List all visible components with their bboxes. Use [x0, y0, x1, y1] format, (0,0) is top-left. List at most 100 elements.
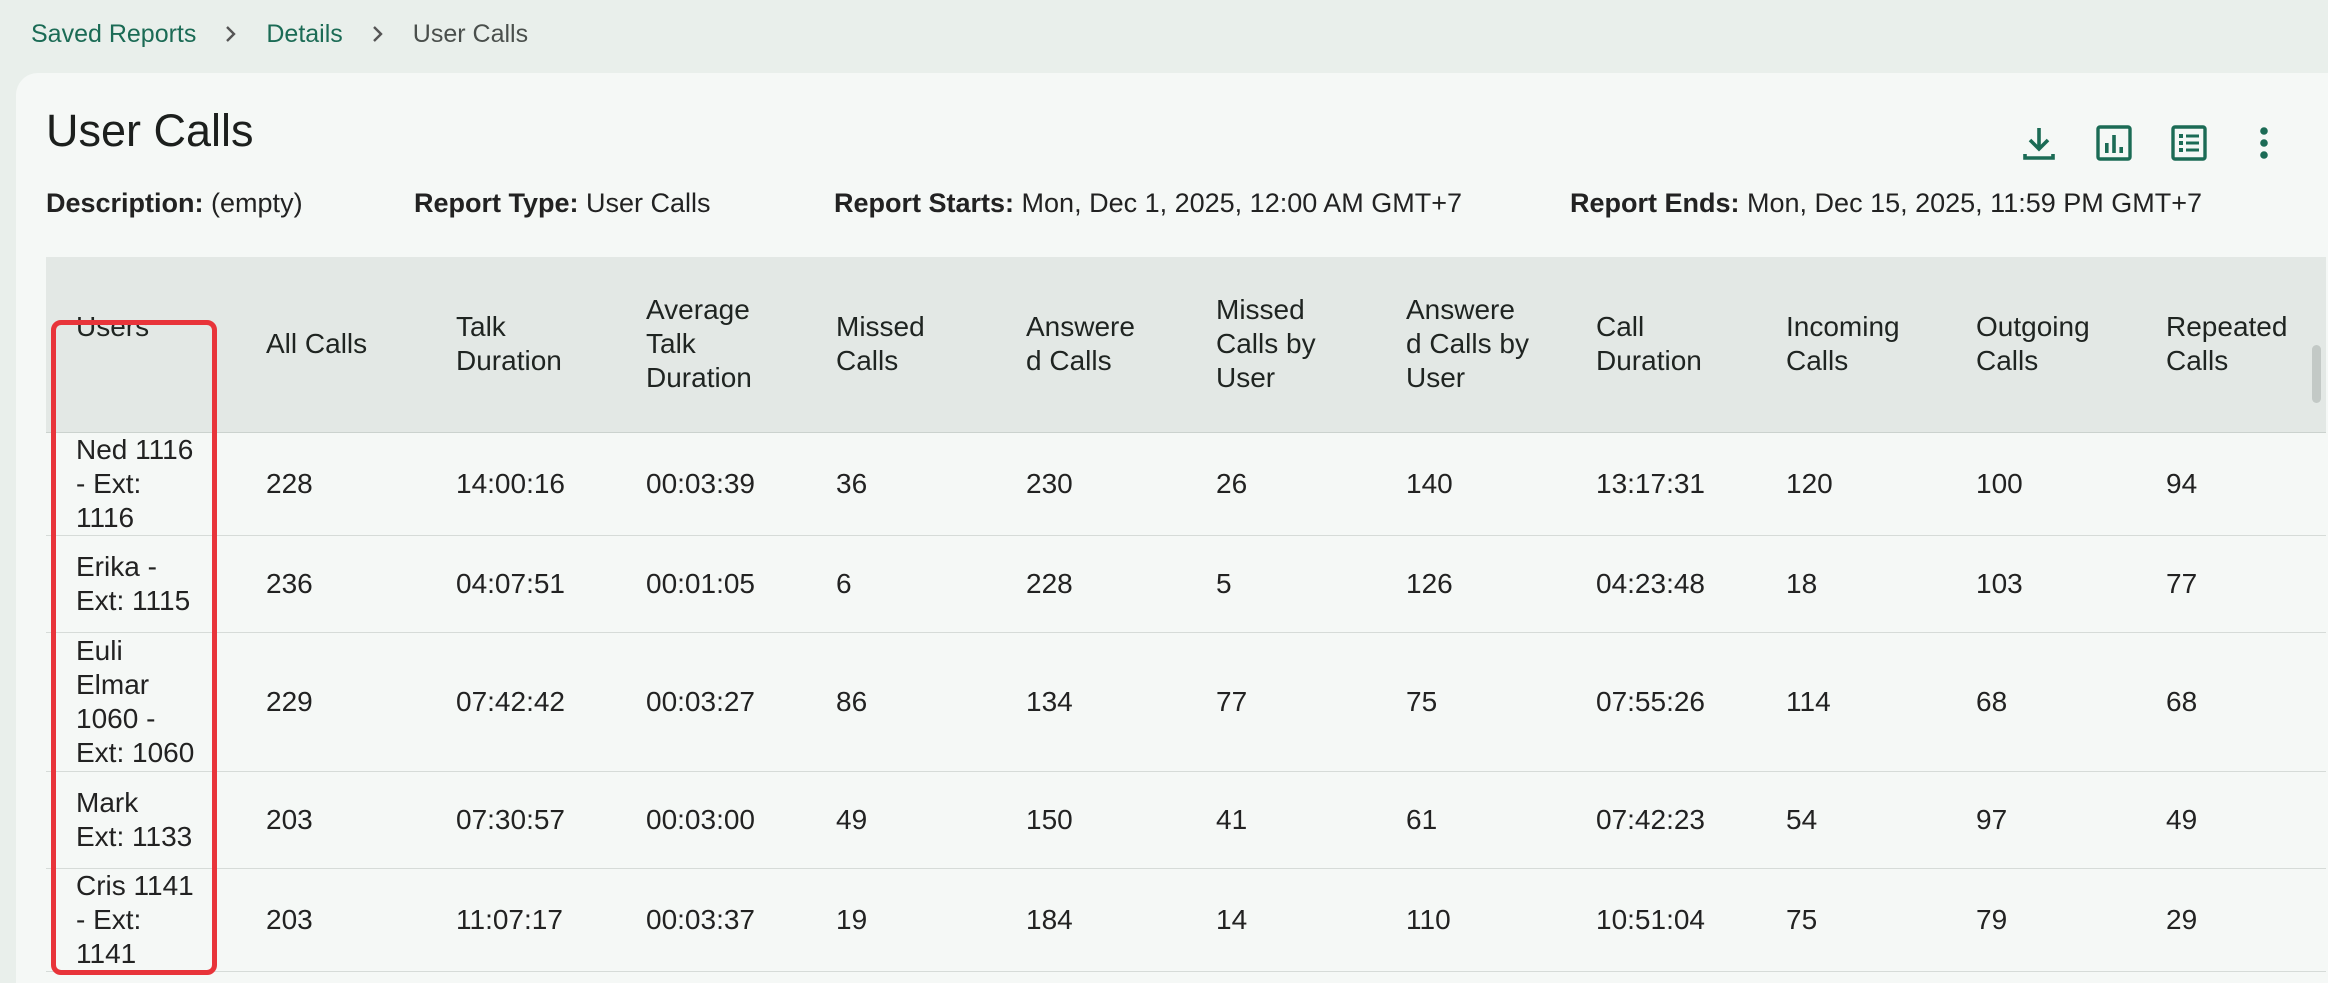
chevron-right-icon [224, 24, 238, 44]
chart-view-button[interactable] [2076, 119, 2151, 171]
table-row[interactable]: Cris 1141- Ext: 1141 203 11:07:17 00:03:37 19… [46, 868, 2326, 972]
user-name-line: 1141 [76, 937, 137, 969]
column-header-line: Calls [836, 345, 899, 377]
column-header-label: Average Talk Duration [616, 293, 806, 395]
column-header-line: Repeated [2166, 311, 2288, 343]
table-cell: 61 [1376, 771, 1566, 869]
cell-value: 14:00:16 [456, 467, 565, 499]
cell-value: 5 [1216, 567, 1232, 599]
cell-value: 61 [1406, 803, 1438, 835]
cell-value: 236 [266, 567, 313, 599]
column-header-line: Calls [2166, 345, 2229, 377]
column-header-line: Duration [646, 362, 752, 394]
column-header-line: d Calls by [1406, 328, 1529, 360]
table-cell: 41 [1186, 771, 1376, 869]
column-header-line: Calls [1976, 345, 2039, 377]
user-name-line: Elmar [76, 668, 150, 700]
cell-value: 00:01:05 [646, 567, 755, 599]
cell-value: 00:03:27 [646, 685, 755, 717]
cell-value: 07:42:23 [1596, 803, 1705, 835]
table-view-button[interactable] [2151, 119, 2226, 171]
table-cell: 97 [1946, 771, 2136, 869]
cell-value: 75 [1406, 685, 1438, 717]
column-header-label: Talk Duration [426, 310, 616, 378]
column-header[interactable]: Outgoing Calls [1946, 257, 2136, 433]
column-header-label: Repeated Calls [2136, 310, 2326, 378]
cell-value: 77 [1216, 685, 1248, 717]
cell-value: 134 [1026, 685, 1073, 717]
table-cell: 150 [996, 771, 1186, 869]
more-options-button[interactable] [2226, 119, 2301, 171]
meta-description-value: (empty) [211, 188, 303, 218]
table-cell: 10:51:04 [1566, 868, 1756, 972]
table-cell: 14 [1186, 868, 1376, 972]
cell-value: 29 [2166, 903, 2198, 935]
table-row[interactable]: Mark Ext: 1133 203 07:30:57 00:03:00 49 150 41 6… [46, 771, 2326, 869]
table-cell: 00:01:05 [616, 535, 806, 633]
cell-value: 86 [836, 685, 868, 717]
user-name-line: Cris 1141 [76, 869, 194, 901]
table-row[interactable]: Erika - Ext: 1115 236 04:07:51 00:01:05 6 228 5… [46, 535, 2326, 633]
breadcrumb-saved-reports[interactable]: Saved Reports [31, 20, 196, 49]
meta-type-label: Report Type: [414, 188, 579, 218]
column-header[interactable]: Incoming Calls [1756, 257, 1946, 433]
column-header[interactable]: Answere d Calls by User [1376, 257, 1566, 433]
column-header-line: Talk [646, 328, 696, 360]
table-cell: 04:07:51 [426, 535, 616, 633]
meta-starts-value: Mon, Dec 1, 2025, 12:00 AM GMT+7 [1021, 188, 1463, 218]
column-header-line: d Calls [1026, 345, 1112, 377]
column-header[interactable]: Answere d Calls [996, 257, 1186, 433]
cell-value: 11:07:17 [456, 903, 563, 935]
cell-value: 97 [1976, 803, 2008, 835]
user-cell: Erika - Ext: 1115 [46, 535, 236, 633]
breadcrumb: Saved Reports Details User Calls [31, 18, 528, 50]
report-actions [2001, 119, 2301, 171]
cell-value: 36 [836, 467, 868, 499]
cell-value: 07:55:26 [1596, 685, 1705, 717]
column-header[interactable]: Missed Calls [806, 257, 996, 433]
table-cell: 230 [996, 432, 1186, 536]
column-header[interactable]: Talk Duration [426, 257, 616, 433]
user-name-line: - Ext: [76, 903, 142, 935]
cell-value: 100 [1976, 467, 2023, 499]
table-row[interactable]: Ned 1116- Ext: 1116 228 14:00:16 00:03:39 36 2… [46, 432, 2326, 536]
table-cell: 07:42:23 [1566, 771, 1756, 869]
table-cell: 94 [2136, 432, 2326, 536]
table-cell: 203 [236, 771, 426, 869]
more-vertical-icon [2244, 123, 2284, 168]
cell-value: 04:23:48 [1596, 567, 1705, 599]
table-cell: 36 [806, 432, 996, 536]
user-name-line: Euli [76, 634, 123, 666]
column-header-label: Answere d Calls [996, 310, 1186, 378]
cell-value: 126 [1406, 567, 1453, 599]
cell-value: 54 [1786, 803, 1818, 835]
download-button[interactable] [2001, 119, 2076, 171]
table-row[interactable]: Euli Elmar 1060 - Ext: 1060 229 07:42:42 00:03… [46, 632, 2326, 772]
column-header-line: Call [1596, 311, 1645, 343]
column-header-line: Missed [836, 311, 925, 343]
breadcrumb-details[interactable]: Details [266, 20, 342, 49]
vertical-scrollbar[interactable] [2312, 345, 2321, 403]
column-header[interactable]: Users [46, 257, 236, 433]
column-header[interactable]: All Calls [236, 257, 426, 433]
column-header-label: Missed Calls by User [1186, 293, 1376, 395]
user-cell: Euli Elmar 1060 - Ext: 1060 [46, 632, 236, 772]
list-view-icon [2169, 123, 2209, 168]
column-header-label: Users [46, 310, 236, 344]
column-header[interactable]: Repeated Calls [2136, 257, 2326, 433]
table-cell: 29 [2136, 868, 2326, 972]
column-header-line: User [1406, 362, 1466, 394]
cell-value: 41 [1216, 803, 1248, 835]
cell-value: 120 [1786, 467, 1833, 499]
column-header[interactable]: Average Talk Duration [616, 257, 806, 433]
table-cell: 110 [1376, 868, 1566, 972]
table-cell: 79 [1946, 868, 2136, 972]
report-table-container[interactable]: Users All Calls Talk Duration Average Talk Dur… [46, 257, 2326, 983]
table-cell: 07:55:26 [1566, 632, 1756, 772]
meta-report-starts: Report Starts: Mon, Dec 1, 2025, 12:00 A… [834, 188, 1462, 219]
column-header[interactable]: Missed Calls by User [1186, 257, 1376, 433]
cell-value: 110 [1406, 903, 1451, 935]
column-header[interactable]: Call Duration [1566, 257, 1756, 433]
meta-ends-value: Mon, Dec 15, 2025, 11:59 PM GMT+7 [1747, 188, 2203, 218]
cell-value: 07:42:42 [456, 685, 565, 717]
